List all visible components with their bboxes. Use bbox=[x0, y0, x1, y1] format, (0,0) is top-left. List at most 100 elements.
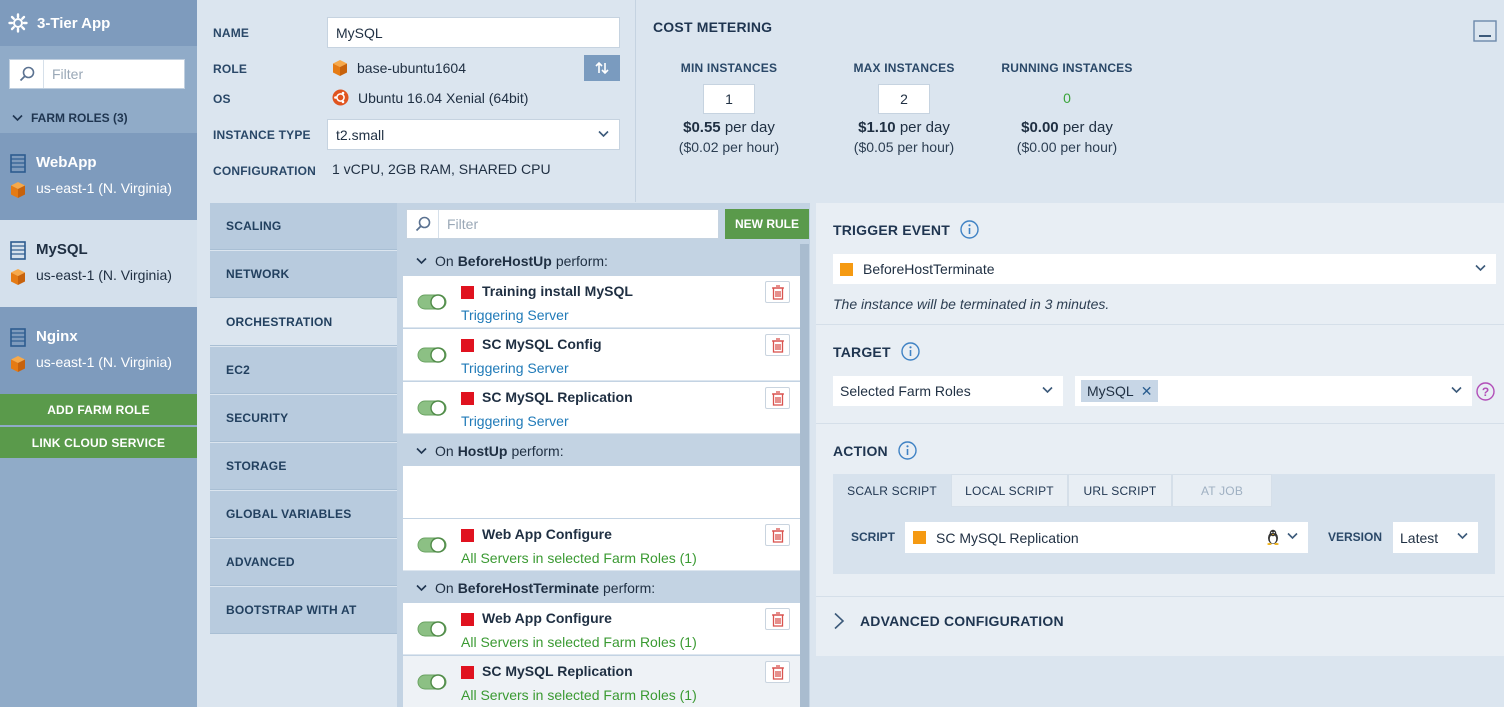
collapse-panel-icon[interactable] bbox=[1473, 20, 1497, 42]
running-instances-count: 0 bbox=[1063, 90, 1071, 106]
script-select[interactable]: SC MySQL Replication bbox=[905, 522, 1308, 553]
rule-group-header[interactable]: On HostUp perform: bbox=[403, 436, 800, 465]
tab-scaling[interactable]: SCALING bbox=[210, 203, 397, 250]
running-cost-per-hour: ($0.00 per hour) bbox=[1016, 139, 1118, 155]
toggle-switch[interactable] bbox=[417, 293, 447, 311]
rule-target[interactable]: All Servers in selected Farm Roles (1) bbox=[461, 550, 697, 566]
new-rule-button[interactable]: NEW RULE bbox=[725, 209, 809, 239]
chevron-down-icon bbox=[1457, 532, 1468, 540]
farm-role-filter[interactable] bbox=[9, 59, 185, 89]
tab-security[interactable]: SECURITY bbox=[210, 395, 397, 442]
toggle-switch[interactable] bbox=[417, 673, 447, 691]
rule-item[interactable]: SC MySQL Replication Triggering Server bbox=[403, 382, 800, 434]
info-icon[interactable] bbox=[901, 342, 920, 361]
instance-type-label: INSTANCE TYPE bbox=[213, 128, 311, 142]
script-color-marker bbox=[461, 666, 474, 679]
search-icon bbox=[10, 60, 44, 88]
tab-ec2[interactable]: EC2 bbox=[210, 347, 397, 394]
script-color-marker bbox=[913, 531, 926, 544]
target-type-select[interactable]: Selected Farm Roles bbox=[833, 376, 1063, 406]
change-role-button[interactable] bbox=[584, 55, 620, 81]
min-cost-unit: per day bbox=[724, 119, 775, 136]
info-icon[interactable] bbox=[898, 441, 917, 460]
rule-group-header[interactable]: On BeforeHostTerminate perform: bbox=[403, 573, 800, 602]
rule-item[interactable]: Web App Configure All Servers in selecte… bbox=[403, 519, 800, 571]
gear-icon[interactable] bbox=[8, 13, 28, 33]
tab-url-script[interactable]: URL SCRIPT bbox=[1068, 474, 1172, 507]
instance-type-select[interactable]: t2.small bbox=[327, 119, 620, 150]
app-header[interactable]: 3-Tier App bbox=[0, 0, 197, 46]
aws-cube-icon bbox=[11, 356, 25, 372]
rule-item[interactable]: Training install MySQL Triggering Server bbox=[403, 276, 800, 328]
tab-global-variables[interactable]: GLOBAL VARIABLES bbox=[210, 491, 397, 538]
target-tag-label: MySQL bbox=[1087, 383, 1134, 399]
action-title: ACTION bbox=[833, 441, 917, 460]
toggle-switch[interactable] bbox=[417, 536, 447, 554]
delete-rule-button[interactable] bbox=[765, 608, 790, 630]
configuration-text: 1 vCPU, 2GB RAM, SHARED CPU bbox=[332, 161, 551, 177]
delete-rule-button[interactable] bbox=[765, 334, 790, 356]
swap-arrows-icon bbox=[595, 61, 609, 75]
version-value: Latest bbox=[1400, 529, 1439, 546]
toggle-switch[interactable] bbox=[417, 620, 447, 638]
rule-target[interactable]: Triggering Server bbox=[461, 360, 569, 376]
rule-target[interactable]: All Servers in selected Farm Roles (1) bbox=[461, 634, 697, 650]
max-instances-input[interactable]: 2 bbox=[878, 84, 930, 114]
tab-network[interactable]: NETWORK bbox=[210, 251, 397, 298]
min-instances-input[interactable]: 1 bbox=[703, 84, 755, 114]
delete-rule-button[interactable] bbox=[765, 281, 790, 303]
delete-rule-button[interactable] bbox=[765, 387, 790, 409]
rule-item-selected[interactable]: SC MySQL Replication All Servers in sele… bbox=[403, 656, 800, 707]
document-icon bbox=[10, 328, 26, 347]
farm-role-filter-input[interactable] bbox=[44, 66, 174, 82]
aws-cube-icon bbox=[11, 269, 25, 285]
max-cost-per-day: $1.10 per day bbox=[824, 119, 984, 136]
section-divider bbox=[816, 596, 1504, 597]
tab-storage[interactable]: STORAGE bbox=[210, 443, 397, 490]
farm-role-mysql[interactable]: MySQL us-east-1 (N. Virginia) bbox=[0, 220, 197, 307]
linux-icon bbox=[1267, 529, 1279, 545]
document-icon bbox=[10, 154, 26, 173]
farm-role-webapp[interactable]: WebApp us-east-1 (N. Virginia) bbox=[0, 133, 197, 220]
max-cost-per-hour: ($0.05 per hour) bbox=[853, 139, 955, 155]
min-instances-column: MIN INSTANCES 1 $0.55 per day ($0.02 per… bbox=[649, 61, 809, 155]
app-title: 3-Tier App bbox=[37, 14, 111, 32]
version-select[interactable]: Latest bbox=[1393, 522, 1478, 553]
configuration-label: CONFIGURATION bbox=[213, 164, 317, 178]
rules-filter-input[interactable] bbox=[439, 216, 709, 232]
delete-rule-button[interactable] bbox=[765, 524, 790, 546]
rules-filter[interactable] bbox=[406, 209, 719, 239]
rule-item[interactable]: Web App Configure All Servers in selecte… bbox=[403, 603, 800, 655]
target-label: TARGET bbox=[833, 343, 891, 360]
tab-bootstrap-with-at[interactable]: BOOTSTRAP WITH AT bbox=[210, 587, 397, 634]
tab-at-job[interactable]: AT JOB bbox=[1172, 474, 1272, 507]
target-farm-roles-select[interactable]: MySQL ✕ bbox=[1075, 376, 1472, 406]
toggle-switch[interactable] bbox=[417, 399, 447, 417]
delete-rule-button[interactable] bbox=[765, 661, 790, 683]
farm-role-nginx[interactable]: Nginx us-east-1 (N. Virginia) bbox=[0, 307, 197, 394]
cost-metering-title: COST METERING bbox=[653, 19, 773, 35]
os-name: Ubuntu 16.04 Xenial (64bit) bbox=[358, 89, 529, 106]
help-icon[interactable]: ? bbox=[1476, 382, 1495, 401]
name-field[interactable]: MySQL bbox=[327, 17, 620, 48]
tab-orchestration[interactable]: ORCHESTRATION bbox=[210, 299, 397, 346]
rule-group-header[interactable]: On BeforeHostUp perform: bbox=[403, 246, 800, 275]
remove-tag-icon[interactable]: ✕ bbox=[1141, 383, 1153, 400]
chevron-down-icon bbox=[416, 447, 427, 454]
tab-advanced[interactable]: ADVANCED bbox=[210, 539, 397, 586]
tab-scalr-script[interactable]: SCALR SCRIPT bbox=[833, 474, 951, 507]
info-icon[interactable] bbox=[960, 220, 979, 239]
rule-item[interactable]: SC MySQL Config Triggering Server bbox=[403, 329, 800, 381]
rule-target[interactable]: Triggering Server bbox=[461, 413, 569, 429]
rules-scrollbar[interactable] bbox=[800, 244, 809, 707]
link-cloud-service-button[interactable]: LINK CLOUD SERVICE bbox=[0, 427, 197, 458]
rule-target[interactable]: All Servers in selected Farm Roles (1) bbox=[461, 687, 697, 703]
farm-roles-header[interactable]: FARM ROLES (3) bbox=[0, 105, 197, 131]
rule-title: Web App Configure bbox=[482, 610, 612, 626]
add-farm-role-button[interactable]: ADD FARM ROLE bbox=[0, 394, 197, 425]
tab-local-script[interactable]: LOCAL SCRIPT bbox=[951, 474, 1068, 507]
trigger-event-select[interactable]: BeforeHostTerminate bbox=[833, 254, 1496, 284]
toggle-switch[interactable] bbox=[417, 346, 447, 364]
advanced-configuration-toggle[interactable]: ADVANCED CONFIGURATION bbox=[833, 612, 1064, 630]
rule-target[interactable]: Triggering Server bbox=[461, 307, 569, 323]
